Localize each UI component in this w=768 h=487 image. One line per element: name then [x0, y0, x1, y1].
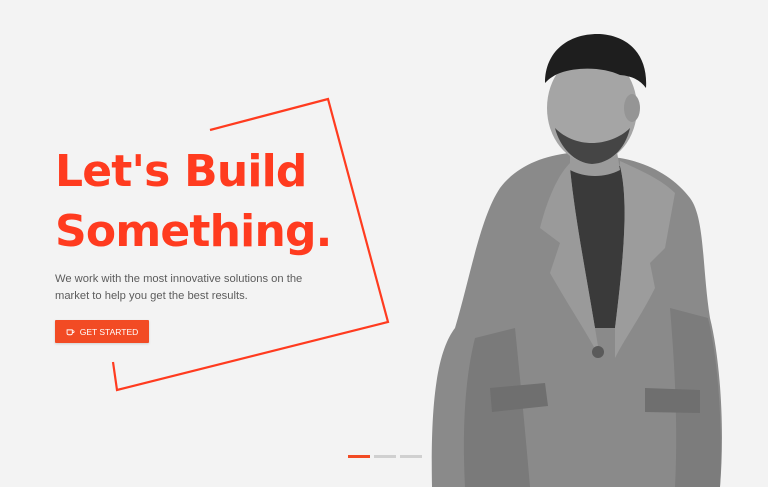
hero-section: Let's Build Something. We work with the …	[0, 0, 768, 487]
slide-indicator-1[interactable]	[348, 455, 370, 458]
slider-pagination	[348, 455, 422, 458]
get-started-label: GET STARTED	[79, 326, 139, 337]
coffee-cup-icon	[66, 327, 75, 336]
slide-indicator-3[interactable]	[400, 455, 422, 458]
person-photo	[431, 33, 722, 487]
hero-subtitle: We work with the most innovative solutio…	[55, 273, 303, 302]
headline-line-2: Something.	[55, 206, 332, 257]
get-started-button[interactable]: GET STARTED	[55, 320, 149, 343]
headline-line-1: Let's Build	[55, 146, 307, 197]
hero-headline: Let's Build Something.	[55, 142, 332, 262]
slide-indicator-2[interactable]	[374, 455, 396, 458]
